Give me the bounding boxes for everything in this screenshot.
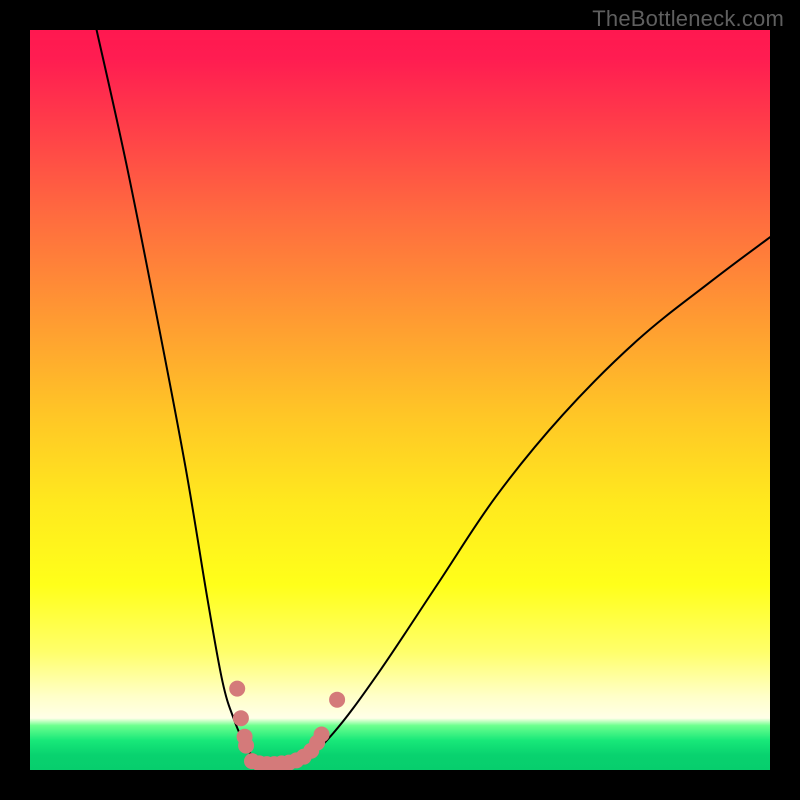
bottleneck-curve [97, 30, 770, 765]
trough-marker [229, 681, 245, 697]
watermark-text: TheBottleneck.com [592, 6, 784, 32]
trough-marker [233, 710, 249, 726]
trough-marker [314, 726, 330, 742]
trough-marker [329, 692, 345, 708]
curve-path [97, 30, 770, 765]
plot-area [30, 30, 770, 770]
trough-marker [238, 738, 254, 754]
curve-layer [30, 30, 770, 770]
chart-frame: TheBottleneck.com [0, 0, 800, 800]
trough-markers [229, 681, 345, 770]
